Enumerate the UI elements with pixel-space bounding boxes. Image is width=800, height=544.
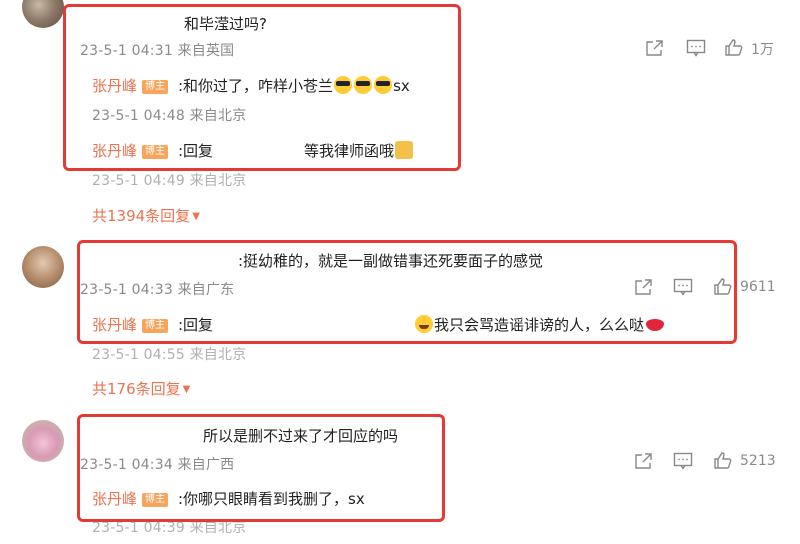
- like-count: 9611: [740, 279, 776, 295]
- caret-down-icon: ▼: [182, 384, 191, 395]
- avatar[interactable]: [22, 246, 64, 288]
- like-icon[interactable]: [724, 38, 744, 56]
- comment-icon[interactable]: [686, 39, 706, 57]
- highlight-box: [63, 4, 461, 171]
- like-count: 5213: [740, 453, 776, 469]
- highlight-box: [77, 414, 445, 522]
- reply-meta: 23-5-1 04:49 来自北京: [92, 173, 247, 189]
- highlight-box: [77, 240, 737, 344]
- like-icon[interactable]: [713, 451, 733, 469]
- share-icon[interactable]: [634, 452, 654, 470]
- caret-down-icon: ▼: [192, 211, 200, 222]
- more-replies-link[interactable]: 共176条回复 ▼: [92, 378, 190, 399]
- share-icon[interactable]: [645, 39, 665, 57]
- comment-icon[interactable]: [673, 452, 693, 470]
- like-count: 1万: [751, 42, 774, 58]
- avatar[interactable]: [22, 0, 64, 28]
- reply-meta: 23-5-1 04:55 来自北京: [92, 347, 247, 363]
- avatar[interactable]: [22, 420, 64, 462]
- more-replies-link[interactable]: 共1394条回复 ▼: [92, 205, 200, 226]
